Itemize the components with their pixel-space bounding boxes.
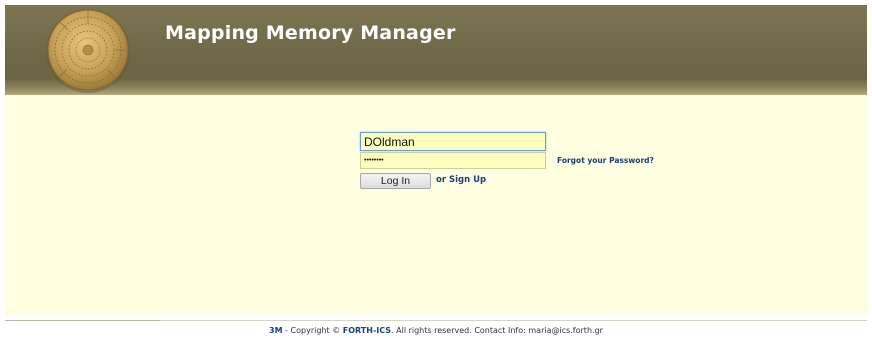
forgot-password-link[interactable]: Forgot your Password? xyxy=(557,156,654,165)
app-title: Mapping Memory Manager xyxy=(165,22,456,44)
password-input[interactable] xyxy=(360,152,546,169)
signup-text: or Sign Up xyxy=(436,175,486,185)
footer-org-link[interactable]: FORTH-ICS xyxy=(343,326,391,335)
signup-prefix: or xyxy=(436,175,447,185)
main-content: Forgot your Password? Log In or Sign Up xyxy=(5,95,867,316)
footer: 3M - Copyright © FORTH-ICS. All rights r… xyxy=(0,326,872,335)
login-button[interactable]: Log In xyxy=(360,173,431,189)
footer-rights: . All rights reserved. Contact Info: mar… xyxy=(391,326,603,335)
signup-link[interactable]: Sign Up xyxy=(449,175,486,185)
footer-brand: 3M xyxy=(269,326,283,335)
footer-copyright: - Copyright © xyxy=(285,326,341,335)
login-form: Forgot your Password? Log In or Sign Up xyxy=(360,132,690,202)
phaistos-disc-logo xyxy=(43,7,133,95)
app-header: Mapping Memory Manager xyxy=(5,5,867,95)
username-input[interactable] xyxy=(360,132,546,151)
footer-divider-accent xyxy=(5,320,160,321)
